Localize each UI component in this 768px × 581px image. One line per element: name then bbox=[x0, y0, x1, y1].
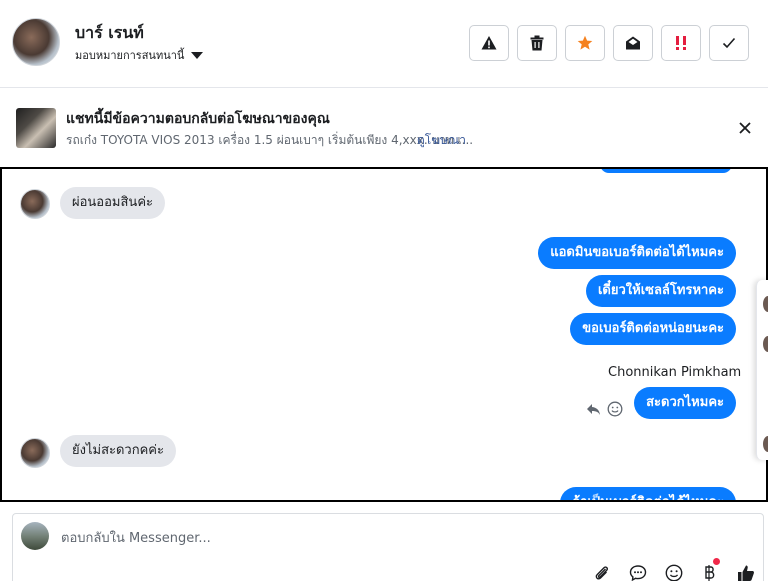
chat-bubble-icon bbox=[629, 565, 647, 581]
reply-message-button[interactable] bbox=[584, 400, 602, 418]
caret-down-icon bbox=[191, 51, 204, 59]
check-icon bbox=[722, 37, 736, 49]
smiley-icon bbox=[607, 401, 623, 417]
assign-conversation-dropdown[interactable]: มอบหมายการสนทนานี้ bbox=[75, 46, 204, 64]
message-bubble-outgoing[interactable]: สะดวกไหมคะ bbox=[634, 387, 736, 419]
assign-label: มอบหมายการสนทนานี้ bbox=[75, 49, 185, 62]
envelope-open-icon bbox=[626, 36, 640, 50]
double-exclamation-icon bbox=[676, 36, 686, 50]
ad-thumbnail[interactable] bbox=[16, 108, 56, 148]
reply-icon bbox=[586, 403, 600, 415]
saved-replies-button[interactable] bbox=[627, 562, 649, 581]
close-icon bbox=[739, 122, 751, 134]
close-banner-button[interactable] bbox=[735, 118, 755, 138]
warning-icon bbox=[481, 36, 497, 50]
contact-avatar-small bbox=[20, 189, 50, 219]
panel-avatar bbox=[763, 436, 768, 452]
mark-unread-button[interactable] bbox=[613, 25, 653, 61]
panel-avatar bbox=[763, 296, 768, 312]
like-button[interactable] bbox=[735, 562, 757, 581]
message-bubble-outgoing[interactable]: แอดมินขอเบอร์ติดต่อได้ไหมคะ bbox=[538, 237, 736, 269]
message-bubble-partial bbox=[600, 169, 732, 173]
ad-reply-banner: แชทนี้มีข้อความตอบกลับต่อโฆษณาของคุณ รถเ… bbox=[0, 88, 768, 167]
mark-done-button[interactable] bbox=[709, 25, 749, 61]
message-thread[interactable]: ผ่อนออมสินค่ะ แอดมินขอเบอร์ติดต่อได้ไหมค… bbox=[0, 167, 768, 502]
follow-up-button[interactable] bbox=[661, 25, 701, 61]
payment-button[interactable] bbox=[699, 558, 721, 581]
sender-name: Chonnikan Pimkham bbox=[608, 365, 742, 380]
contact-avatar-small bbox=[20, 438, 50, 468]
contact-name[interactable]: บาร์ เรนท์ bbox=[75, 21, 144, 46]
emoji-button[interactable] bbox=[663, 562, 685, 581]
thumbs-up-icon bbox=[738, 565, 754, 581]
message-bubble-outgoing[interactable]: เดี๋ยวให้เซลล์โทรหาคะ bbox=[585, 275, 736, 307]
conversation-header: บาร์ เรนท์ มอบหมายการสนทนานี้ bbox=[0, 0, 768, 88]
trash-icon bbox=[530, 35, 544, 51]
emoji-icon bbox=[665, 564, 683, 581]
message-bubble-incoming[interactable]: ผ่อนออมสินค่ะ bbox=[60, 187, 165, 219]
message-bubble-outgoing[interactable]: ถ้าเป็นเบอร์ติดต่อได้ไหมคะ bbox=[560, 487, 736, 500]
ad-banner-title: แชทนี้มีข้อความตอบกลับต่อโฆษณาของคุณ bbox=[66, 111, 330, 127]
report-spam-button[interactable] bbox=[469, 25, 509, 61]
side-panel-peek[interactable] bbox=[756, 280, 768, 460]
ad-description: รถเก๋ง TOYOTA VIOS 2013 เครื่อง 1.5 ผ่อน… bbox=[66, 133, 474, 147]
message-bubble-incoming[interactable]: ยังไม่สะดวกคค่ะ bbox=[60, 435, 176, 467]
notification-dot bbox=[713, 558, 720, 565]
message-bubble-outgoing[interactable]: ขอเบอร์ติดต่อหน่อยนะคะ bbox=[570, 313, 736, 345]
star-icon bbox=[577, 35, 593, 50]
view-ad-link[interactable]: ดูโฆษณา bbox=[417, 131, 466, 150]
reply-composer bbox=[12, 513, 764, 581]
page-avatar bbox=[21, 522, 49, 550]
message-input[interactable] bbox=[61, 528, 661, 548]
contact-avatar[interactable] bbox=[12, 18, 60, 66]
delete-button[interactable] bbox=[517, 25, 557, 61]
paperclip-icon bbox=[595, 566, 608, 580]
baht-icon bbox=[705, 565, 715, 581]
attach-file-button[interactable] bbox=[591, 562, 613, 581]
react-message-button[interactable] bbox=[606, 400, 624, 418]
panel-avatar bbox=[763, 336, 768, 352]
star-button[interactable] bbox=[565, 25, 605, 61]
